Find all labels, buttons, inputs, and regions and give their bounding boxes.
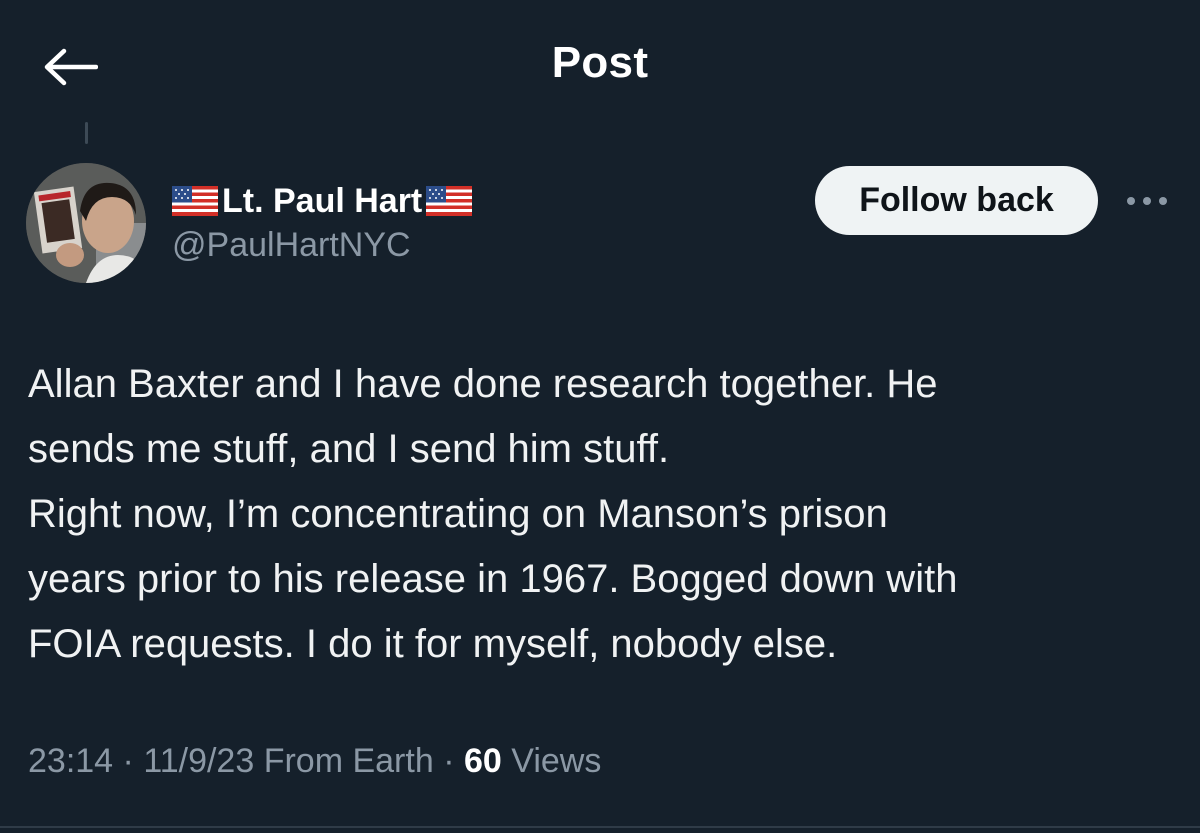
author-handle[interactable]: @PaulHartNYC	[172, 226, 411, 265]
header: Post	[0, 0, 1200, 130]
more-horizontal-icon	[1127, 197, 1167, 205]
us-flag-icon	[172, 186, 218, 216]
author-name-row[interactable]: Lt. Paul Hart	[172, 178, 473, 224]
meta-separator: ·	[443, 742, 455, 780]
more-options-button[interactable]	[1122, 186, 1172, 216]
us-flag-icon	[426, 186, 473, 216]
post-page: Post Lt. Paul Hart @PaulHartNYC Follow b…	[0, 0, 1200, 833]
views-count[interactable]: 60	[464, 742, 502, 780]
thread-connector-line	[85, 122, 88, 144]
page-title: Post	[551, 38, 649, 87]
avatar-image	[26, 163, 146, 283]
author-display-name[interactable]: Lt. Paul Hart	[222, 182, 422, 221]
divider	[0, 826, 1200, 828]
post-source: From Earth	[263, 742, 434, 780]
post-meta: 23:14 · 11/9/23 From Earth · 60 Views	[28, 742, 601, 781]
post-text: Allan Baxter and I have done research to…	[28, 362, 958, 666]
post-date[interactable]: 11/9/23	[143, 742, 254, 780]
meta-separator: ·	[122, 742, 134, 780]
views-label[interactable]: Views	[511, 742, 601, 780]
avatar[interactable]	[26, 163, 146, 283]
post-time[interactable]: 23:14	[28, 742, 113, 780]
follow-back-button[interactable]: Follow back	[815, 166, 1098, 235]
